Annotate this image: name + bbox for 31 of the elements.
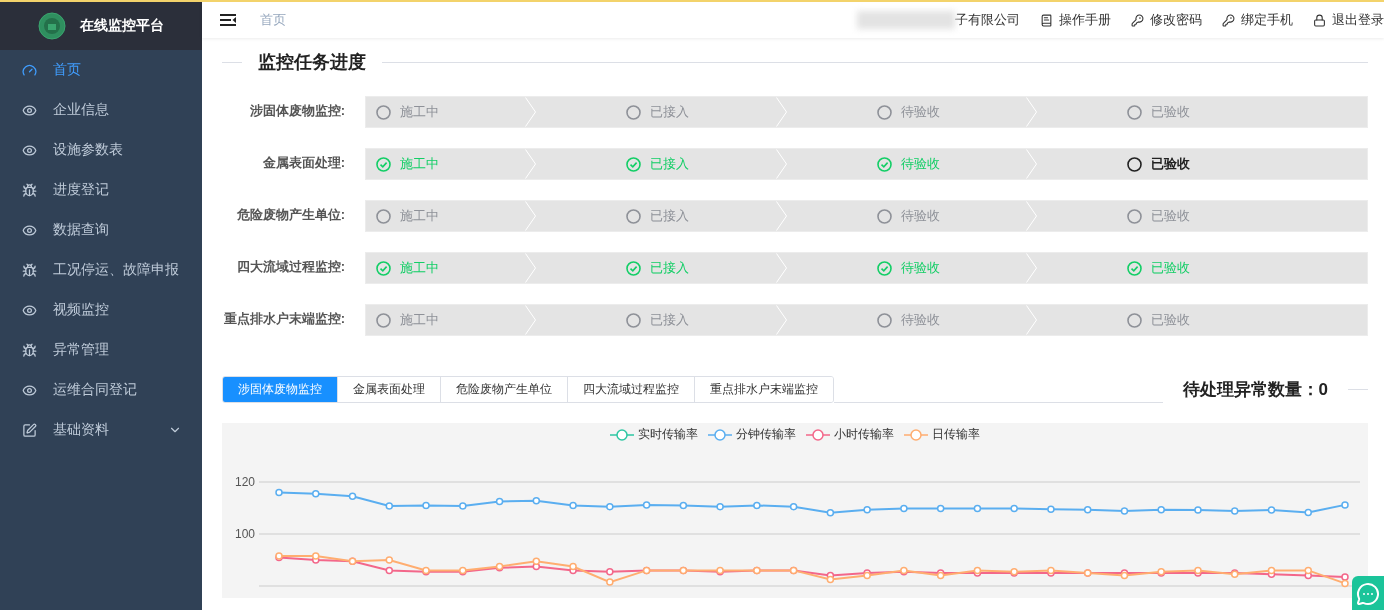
- progress-step: 已验收: [1126, 155, 1190, 173]
- axis-tick-label: 100: [234, 527, 255, 541]
- progress-step: 已接入: [626, 103, 690, 121]
- progress-step: 施工中: [376, 311, 439, 329]
- progress-step: 待验收: [876, 259, 940, 277]
- row-label: 重点排水户末端监控:: [222, 310, 345, 328]
- progress-step: 已接入: [626, 311, 690, 329]
- progress-step: 已验收: [1126, 207, 1190, 225]
- section-title: 监控任务进度: [258, 51, 366, 74]
- progress-step: 待验收: [876, 207, 940, 225]
- axis-tick-label: 120: [234, 475, 255, 489]
- progress-step: 施工中: [376, 155, 439, 173]
- progress-step: 已验收: [1126, 259, 1190, 277]
- progress-step: 施工中: [376, 207, 439, 225]
- progress-step: 待验收: [876, 103, 940, 121]
- row-label: 四大流域过程监控:: [235, 258, 345, 276]
- progress-step: 已接入: [626, 259, 690, 277]
- row-label: 涉固体废物监控:: [248, 102, 345, 120]
- progress-step: 施工中: [376, 103, 439, 121]
- platform-title: 在线监控平台: [80, 17, 164, 35]
- company-name: 子有限公司: [955, 11, 1020, 29]
- row-label: 金属表面处理:: [261, 154, 345, 172]
- progress-step: 已接入: [626, 155, 690, 173]
- progress-step: 已接入: [626, 207, 690, 225]
- progress-step: 施工中: [376, 259, 439, 277]
- row-label: 危险废物产生单位:: [235, 206, 345, 224]
- progress-step: 已验收: [1126, 103, 1190, 121]
- progress-step: 待验收: [876, 155, 940, 173]
- progress-step: 待验收: [876, 311, 940, 329]
- progress-step: 已验收: [1126, 311, 1190, 329]
- pending-count: 待处理异常数量：0: [1182, 379, 1328, 401]
